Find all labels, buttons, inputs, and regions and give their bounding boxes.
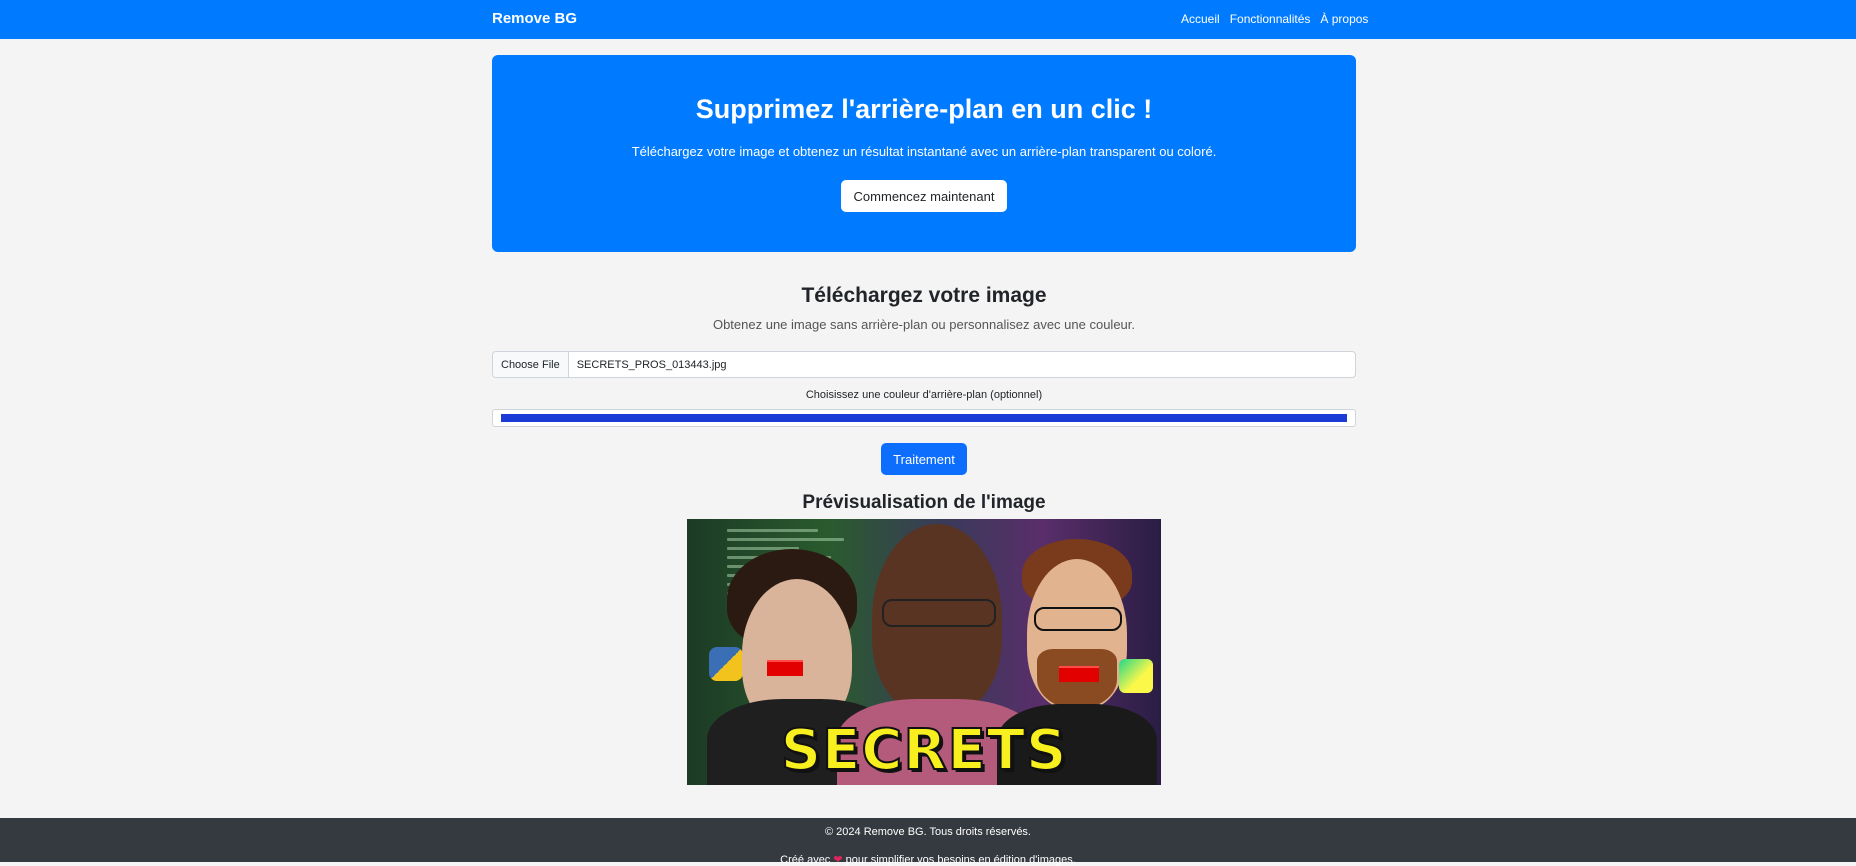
python-logo-icon — [709, 647, 743, 681]
background-color-picker[interactable] — [492, 409, 1356, 427]
footer-copyright: © 2024 Remove BG. Tous droits réservés. — [825, 826, 1031, 838]
heart-icon: ❤ — [833, 854, 843, 866]
thumbnail-caption: SECRETS — [780, 717, 1068, 784]
hero-title: Supprimez l'arrière-plan en un clic ! — [695, 94, 1153, 124]
pycharm-logo-icon — [1119, 659, 1153, 693]
start-now-button[interactable]: Commencez maintenant — [841, 180, 1007, 212]
footer-tagline-prefix: Créé avec — [780, 854, 831, 866]
preview-image: SECRETS — [687, 519, 1161, 785]
footer-tagline-suffix: pour simplifier vos besoins en édition d… — [845, 854, 1076, 866]
preview-title: Prévisualisation de l'image — [802, 492, 1046, 513]
footer: © 2024 Remove BG. Tous droits réservés. … — [0, 818, 1856, 866]
footer-tagline: Créé avec ❤ pour simplifier vos besoins … — [0, 853, 1856, 866]
file-input[interactable]: Choose File SECRETS_PROS_013443.jpg — [492, 351, 1356, 378]
upload-title: Téléchargez votre image — [801, 284, 1047, 307]
censor-bar — [767, 660, 803, 676]
navbar: Remove BG Accueil Fonctionnalités À prop… — [0, 0, 1856, 39]
brand-logo[interactable]: Remove BG — [492, 10, 577, 27]
choose-file-button[interactable]: Choose File — [493, 352, 569, 377]
hero-subtitle: Téléchargez votre image et obtenez un ré… — [631, 144, 1217, 159]
color-picker-label: Choisissez une couleur d'arrière-plan (o… — [805, 389, 1043, 401]
hero-banner: Supprimez l'arrière-plan en un clic ! Té… — [492, 55, 1356, 252]
nav-link-a-propos[interactable]: À propos — [1320, 12, 1368, 26]
process-button[interactable]: Traitement — [881, 443, 967, 475]
nav-links: Accueil Fonctionnalités À propos — [1181, 12, 1368, 26]
glasses-icon — [1034, 607, 1122, 631]
upload-subtitle: Obtenez une image sans arrière-plan ou p… — [712, 317, 1136, 332]
nav-link-fonctionnalites[interactable]: Fonctionnalités — [1230, 12, 1311, 26]
color-swatch — [501, 414, 1347, 422]
glasses-icon — [882, 599, 996, 627]
selected-file-name: SECRETS_PROS_013443.jpg — [576, 358, 727, 371]
censor-bar — [1059, 666, 1099, 682]
nav-link-accueil[interactable]: Accueil — [1181, 12, 1220, 26]
